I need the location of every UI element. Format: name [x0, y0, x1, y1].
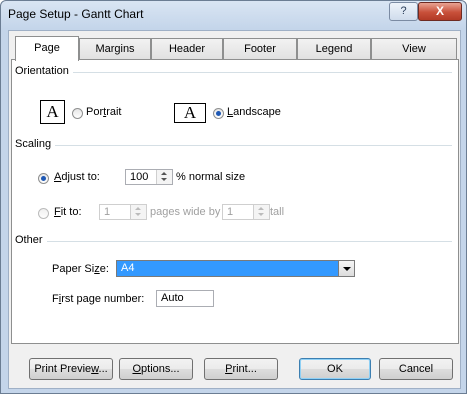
- other-label: Other: [15, 234, 47, 246]
- tall-label: tall: [270, 206, 285, 218]
- portrait-radio[interactable]: [72, 108, 83, 119]
- tab-view[interactable]: View: [371, 38, 457, 59]
- options-button[interactable]: Options...: [119, 358, 193, 380]
- cancel-button[interactable]: Cancel: [379, 358, 453, 380]
- adjust-to-radio[interactable]: [38, 173, 49, 184]
- landscape-page-icon: A: [174, 103, 206, 123]
- close-button[interactable]: X: [418, 2, 462, 21]
- pages-wide-label: pages wide by: [150, 206, 221, 218]
- paper-size-label: Paper Size:: [52, 263, 109, 275]
- fit-wide-stepper[interactable]: 1: [99, 204, 147, 220]
- adjust-spin-arrows[interactable]: [156, 170, 172, 184]
- tab-page[interactable]: Page: [15, 36, 79, 61]
- tab-margins[interactable]: Margins: [79, 38, 151, 59]
- fit-tall-stepper[interactable]: 1: [222, 204, 270, 220]
- tab-header[interactable]: Header: [151, 38, 223, 59]
- landscape-radio[interactable]: [213, 108, 224, 119]
- first-page-number-field[interactable]: Auto: [156, 290, 214, 307]
- scaling-label: Scaling: [15, 138, 56, 150]
- ok-button[interactable]: OK: [299, 358, 371, 380]
- portrait-page-icon: A: [40, 100, 65, 124]
- adjust-percent-stepper[interactable]: 100: [125, 169, 173, 185]
- landscape-label[interactable]: Landscape: [227, 106, 281, 118]
- tab-panel-page: Orientation A Portrait A Landscape Scali…: [11, 59, 459, 344]
- other-divider: [16, 241, 452, 242]
- fit-to-radio[interactable]: [38, 208, 49, 219]
- first-page-number-label: First page number:: [52, 293, 145, 305]
- adjust-to-label[interactable]: Adjust to:: [54, 171, 100, 183]
- tab-footer[interactable]: Footer: [223, 38, 297, 59]
- portrait-label[interactable]: Portrait: [86, 106, 121, 118]
- fit-to-label[interactable]: Fit to:: [54, 206, 82, 218]
- fit-tall-spin-arrows[interactable]: [253, 205, 269, 219]
- scaling-divider: [16, 145, 452, 146]
- print-button[interactable]: Print...: [204, 358, 278, 380]
- window-title: Page Setup - Gantt Chart: [8, 7, 144, 21]
- dialog-client: Page Margins Header Footer Legend View O…: [8, 30, 461, 389]
- page-setup-dialog: Page Setup - Gantt Chart ? X Page Margin…: [0, 0, 467, 394]
- orientation-divider: [16, 72, 452, 73]
- normal-size-label: % normal size: [176, 171, 246, 183]
- orientation-label: Orientation: [15, 65, 73, 77]
- paper-size-select[interactable]: A4: [116, 260, 355, 277]
- title-bar[interactable]: Page Setup - Gantt Chart ? X: [1, 1, 466, 27]
- chevron-down-icon[interactable]: [338, 261, 354, 276]
- tab-strip: Page Margins Header Footer Legend View: [11, 36, 459, 61]
- fit-wide-spin-arrows[interactable]: [130, 205, 146, 219]
- tab-legend[interactable]: Legend: [297, 38, 371, 59]
- help-button[interactable]: ?: [389, 2, 418, 21]
- print-preview-button[interactable]: Print Preview...: [29, 358, 113, 380]
